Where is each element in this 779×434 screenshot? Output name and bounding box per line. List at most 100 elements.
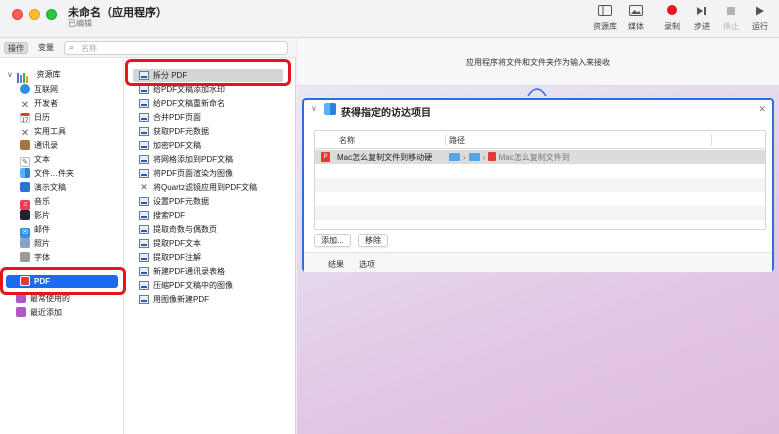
sidebar-item-fonts[interactable]: 字体 bbox=[20, 251, 50, 264]
tab-options[interactable]: 选项 bbox=[359, 259, 375, 270]
keynote-icon bbox=[20, 182, 30, 192]
search-icon: ⌕ bbox=[69, 42, 75, 52]
pdf-action-icon bbox=[139, 85, 149, 94]
action-rename-pdf[interactable]: 给PDF文稿重新命名 bbox=[139, 97, 225, 110]
highlight-pdf-library bbox=[0, 267, 126, 295]
title-bar: 未命名（应用程序） 已编辑 资源库 媒体 录制 步进 停止 运行 bbox=[0, 0, 779, 38]
action-search-pdf[interactable]: 搜索PDF bbox=[139, 209, 185, 222]
pdf-action-icon bbox=[139, 267, 149, 276]
left-toolbar: 操作 变量 ⌕ bbox=[0, 38, 296, 58]
chevron-down-icon[interactable]: ∨ bbox=[311, 104, 317, 113]
finder-icon bbox=[20, 168, 30, 178]
chevron-right-icon: › bbox=[463, 153, 466, 162]
action-new-pdf-from-images[interactable]: 用图像新建PDF bbox=[139, 293, 209, 306]
column-header-name[interactable]: 名称 bbox=[339, 135, 355, 146]
action-new-pdf-contact-sheet[interactable]: 新建PDF通讯录表格 bbox=[139, 265, 225, 278]
photos-icon bbox=[20, 238, 30, 248]
remove-button[interactable]: 移除 bbox=[358, 234, 388, 247]
table-row bbox=[315, 206, 765, 220]
text-edit-icon: ✎ bbox=[20, 157, 30, 167]
column-header-path[interactable]: 路径 bbox=[449, 135, 465, 146]
action-card-header: ∨ 获得指定的访达项目 ✕ bbox=[304, 100, 772, 120]
chevron-down-icon[interactable]: ∨ bbox=[7, 68, 15, 81]
minimize-window-button[interactable] bbox=[29, 9, 40, 20]
pdf-action-icon bbox=[139, 141, 149, 150]
library-list: ∨ 资源库 互联网 ✕ 开发者 17 日历 ✕ 实用工具 通讯录 ✎ 文本 文件…件夹 … bbox=[0, 59, 124, 434]
table-row[interactable]: P Mac怎么复制文件到移动硬 › › Mac怎么复制文件到 bbox=[315, 150, 765, 164]
action-extract-pdf-annotations[interactable]: 提取PDF注解 bbox=[139, 251, 201, 264]
tab-results[interactable]: 结果 bbox=[328, 259, 344, 270]
step-icon bbox=[686, 4, 718, 20]
sidebar-item-developer[interactable]: ✕ 开发者 bbox=[20, 97, 58, 111]
record-toolbar-button[interactable]: 录制 bbox=[656, 4, 688, 32]
action-card-footer: 结果 选项 bbox=[304, 252, 772, 272]
folder-icon bbox=[468, 153, 480, 161]
path-control[interactable]: › › Mac怎么复制文件到 bbox=[449, 152, 570, 163]
tab-variables[interactable]: 变量 bbox=[35, 42, 57, 54]
action-encrypt-pdf[interactable]: 加密PDF文稿 bbox=[139, 139, 201, 152]
sidebar-item-mail[interactable]: ✉ 邮件 bbox=[20, 223, 50, 238]
finder-items-table[interactable]: 名称 路径 P Mac怎么复制文件到移动硬 › › Mac怎么复制文件到 bbox=[314, 130, 766, 230]
sidebar-item-presentations[interactable]: 演示文稿 bbox=[20, 181, 66, 194]
sidebar-item-text[interactable]: ✎ 文本 bbox=[20, 153, 50, 167]
action-set-pdf-metadata[interactable]: 设置PDF元数据 bbox=[139, 195, 209, 208]
sidebar-item-internet[interactable]: 互联网 bbox=[20, 83, 58, 96]
stop-toolbar-button[interactable]: 停止 bbox=[715, 4, 747, 32]
action-render-pdf-images[interactable]: 将PDF页面渲染为图像 bbox=[139, 167, 233, 180]
column-divider bbox=[711, 134, 712, 146]
sidebar-icon bbox=[589, 4, 621, 20]
photo-icon bbox=[620, 4, 652, 20]
tools-icon: ✕ bbox=[140, 182, 148, 192]
search-input[interactable] bbox=[81, 43, 281, 54]
action-get-pdf-metadata[interactable]: 获取PDF元数据 bbox=[139, 125, 209, 138]
action-add-grid-pdf[interactable]: 将网格添加到PDF文稿 bbox=[139, 153, 233, 166]
action-card-get-finder-items[interactable]: ∨ 获得指定的访达项目 ✕ 名称 路径 P Mac怎么复制文件到移动硬 › › M… bbox=[302, 98, 774, 272]
run-toolbar-button[interactable]: 运行 bbox=[744, 4, 776, 32]
sidebar-item-contacts[interactable]: 通讯录 bbox=[20, 139, 58, 152]
sidebar-item-utilities[interactable]: ✕ 实用工具 bbox=[20, 125, 66, 139]
pdf-action-icon bbox=[139, 99, 149, 108]
sidebar-item-movies[interactable]: 影片 bbox=[20, 209, 50, 222]
pdf-action-icon bbox=[139, 225, 149, 234]
action-title: 获得指定的访达项目 bbox=[341, 108, 431, 119]
pdf-file-icon: P bbox=[321, 152, 330, 162]
contacts-icon bbox=[20, 140, 30, 150]
utilities-icon: ✕ bbox=[20, 128, 30, 139]
sidebar-item-calendar[interactable]: 17 日历 bbox=[20, 111, 50, 124]
media-toolbar-button[interactable]: 媒体 bbox=[620, 4, 652, 32]
library-toolbar-button[interactable]: 资源库 bbox=[589, 4, 621, 32]
calendar-icon: 17 bbox=[20, 113, 30, 124]
sidebar-item-photos[interactable]: 照片 bbox=[20, 237, 50, 250]
action-compress-pdf-images[interactable]: 压缩PDF文稿中的图像 bbox=[139, 279, 233, 292]
actions-list: 拆分 PDF 给PDF文稿添加水印 给PDF文稿重新命名 合并PDF页面 获取P… bbox=[125, 59, 296, 434]
add-button[interactable]: 添加... bbox=[314, 234, 351, 247]
play-icon bbox=[744, 4, 776, 20]
action-combine-pdf-pages[interactable]: 合并PDF页面 bbox=[139, 111, 201, 124]
table-row bbox=[315, 178, 765, 192]
sidebar-item-recent[interactable]: 最近添加 bbox=[16, 306, 62, 319]
search-field[interactable]: ⌕ bbox=[64, 41, 288, 55]
zoom-window-button[interactable] bbox=[46, 9, 57, 20]
pdf-action-icon bbox=[139, 295, 149, 304]
close-window-button[interactable] bbox=[12, 9, 23, 20]
tools-icon: ✕ bbox=[20, 100, 30, 111]
pdf-action-icon bbox=[139, 211, 149, 220]
pdf-file-icon bbox=[488, 152, 497, 161]
connector-icon bbox=[527, 88, 547, 96]
font-icon bbox=[20, 252, 30, 262]
close-icon[interactable]: ✕ bbox=[758, 104, 766, 115]
action-quartz-filter-pdf[interactable]: ✕ 将Quartz滤镜应用到PDF文稿 bbox=[139, 181, 257, 194]
sidebar-item-files-folders[interactable]: 文件…件夹 bbox=[20, 167, 74, 180]
tab-actions[interactable]: 操作 bbox=[4, 42, 28, 54]
movie-icon bbox=[20, 210, 30, 220]
pdf-action-icon bbox=[139, 155, 149, 164]
pdf-action-icon bbox=[139, 197, 149, 206]
pdf-action-icon bbox=[139, 127, 149, 136]
highlight-split-pdf bbox=[125, 59, 291, 86]
step-toolbar-button[interactable]: 步进 bbox=[686, 4, 718, 32]
sidebar-item-music[interactable]: ♫ 音乐 bbox=[20, 195, 50, 210]
action-extract-odd-even[interactable]: 提取奇数与偶数页 bbox=[139, 223, 217, 236]
action-extract-pdf-text[interactable]: 提取PDF文本 bbox=[139, 237, 201, 250]
library-root[interactable]: ∨ 资源库 bbox=[7, 68, 60, 83]
left-pane: 操作 变量 ⌕ ∨ 资源库 互联网 ✕开发者 17日历 ✕实用工具 通讯录 ✎文… bbox=[0, 38, 296, 434]
